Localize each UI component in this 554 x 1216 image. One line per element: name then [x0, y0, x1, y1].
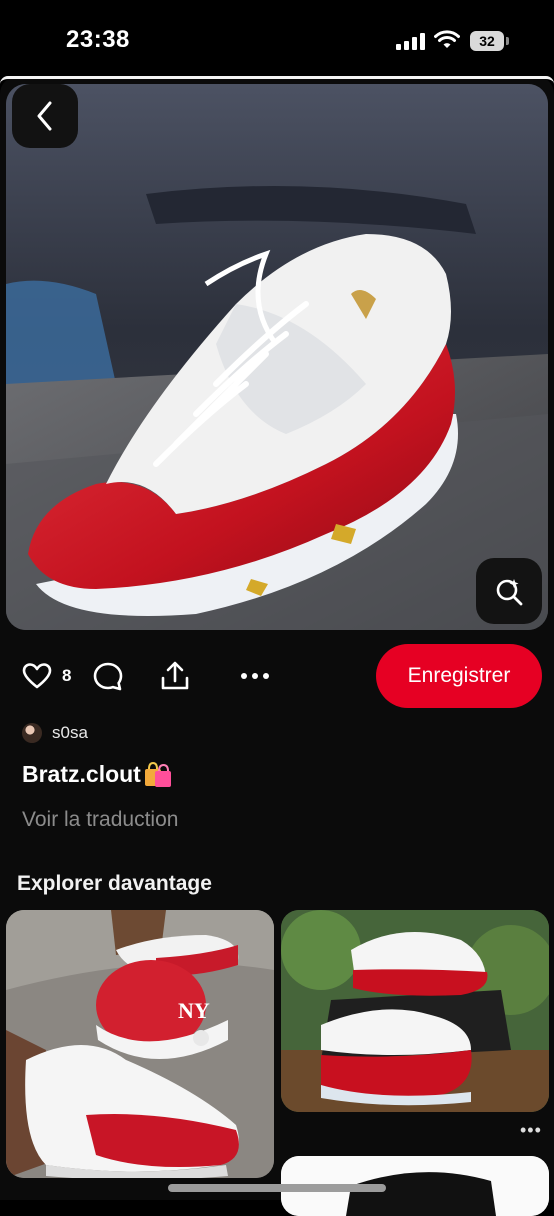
heart-icon: [22, 663, 52, 689]
wifi-icon: [434, 30, 460, 48]
like-button[interactable]: [22, 662, 52, 690]
comment-bubble-icon: [93, 662, 123, 691]
related-pin-2-more-button[interactable]: •••: [520, 1120, 542, 1141]
visual-search-button[interactable]: [476, 558, 542, 624]
avatar: [22, 723, 42, 743]
pin-image[interactable]: [6, 84, 548, 630]
like-count: 8: [62, 666, 72, 685]
more-horizontal-icon: [241, 673, 269, 679]
back-button[interactable]: [12, 84, 78, 148]
battery-icon: 32: [470, 31, 504, 51]
related-pin-2[interactable]: [281, 910, 549, 1112]
sheet-edge: [0, 76, 554, 84]
pin-title-row: Bratz.clout: [22, 760, 173, 788]
svg-text:NY: NY: [178, 998, 210, 1023]
shopping-bags-emoji: [144, 761, 171, 787]
save-button[interactable]: Enregistrer: [376, 644, 542, 708]
status-bar: 23:38 32: [0, 0, 554, 76]
share-button[interactable]: [160, 660, 190, 692]
battery-tip: [506, 37, 509, 45]
comment-button[interactable]: [92, 661, 124, 693]
pin-author[interactable]: s0sa: [22, 720, 88, 746]
home-indicator[interactable]: [168, 1184, 386, 1192]
status-time: 23:38: [66, 26, 130, 53]
more-options-button[interactable]: [240, 668, 270, 684]
translate-link[interactable]: Voir la traduction: [22, 808, 178, 832]
author-name: s0sa: [52, 723, 88, 742]
explore-heading: Explorer davantage: [17, 872, 212, 895]
share-icon: [161, 661, 189, 690]
pin-title: Bratz.clout: [22, 760, 141, 787]
related-pin-1[interactable]: NY: [6, 910, 274, 1178]
chevron-left-icon: [37, 101, 52, 131]
cellular-signal-icon: [396, 32, 426, 50]
visual-search-icon: [496, 579, 523, 606]
